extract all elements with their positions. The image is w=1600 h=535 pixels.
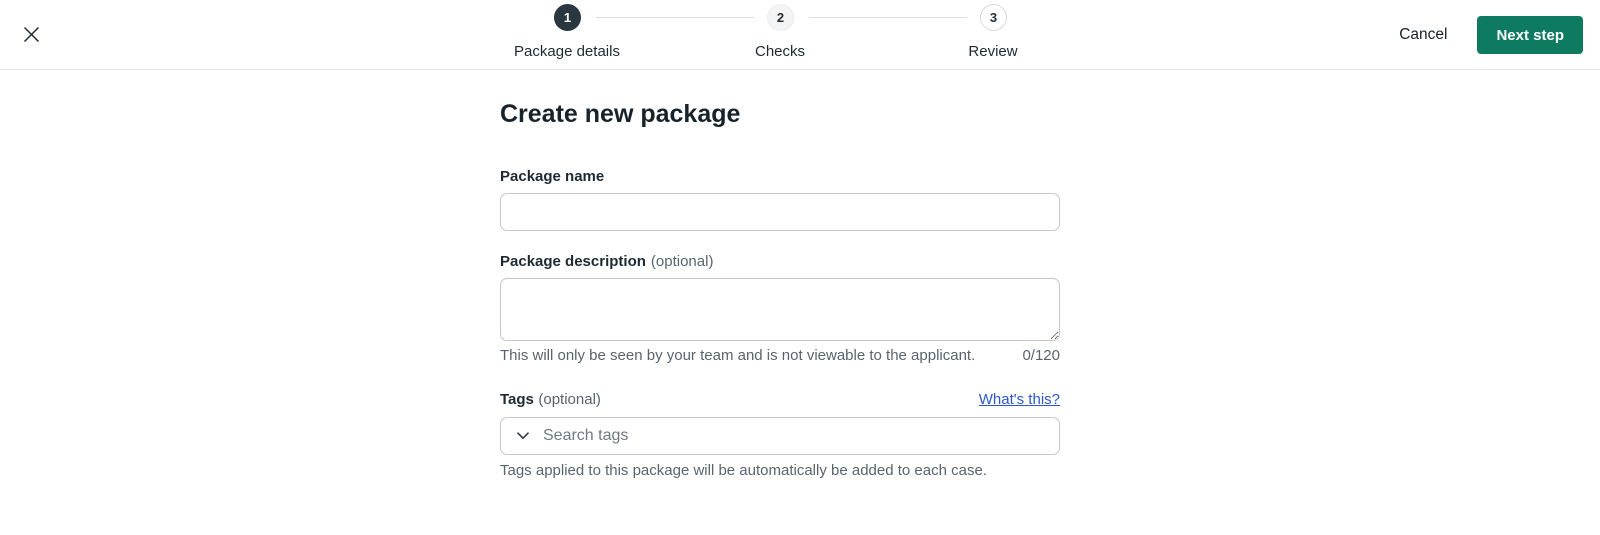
create-package-panel: Create new package Package name Package … xyxy=(0,70,1600,479)
tags-combobox[interactable] xyxy=(500,417,1060,455)
wizard-topbar: 1 2 3 Package details Checks Review Canc… xyxy=(0,0,1600,70)
step-2-circle[interactable]: 2 xyxy=(767,4,794,31)
close-icon xyxy=(23,26,40,43)
close-button[interactable] xyxy=(20,23,42,45)
optional-suffix: (optional) xyxy=(538,391,601,408)
step-1-circle[interactable]: 1 xyxy=(554,4,581,31)
step-3-circle[interactable]: 3 xyxy=(980,4,1007,31)
cancel-button[interactable]: Cancel xyxy=(1395,20,1451,50)
description-helper-text: This will only be seen by your team and … xyxy=(500,347,976,364)
tags-helper-text: Tags applied to this package will be aut… xyxy=(500,462,987,479)
chevron-down-icon xyxy=(517,432,529,440)
wizard-stepper: 1 2 3 Package details Checks Review xyxy=(514,3,1040,65)
step-2-label[interactable]: Checks xyxy=(755,43,805,60)
tags-field: Tags (optional) What's this? Tags applie… xyxy=(500,391,1060,479)
whats-this-link[interactable]: What's this? xyxy=(979,391,1060,408)
package-name-field: Package name xyxy=(500,168,1060,231)
package-description-field: Package description (optional) This will… xyxy=(500,253,1060,364)
tags-label: Tags xyxy=(500,391,534,408)
package-description-textarea[interactable] xyxy=(500,278,1060,341)
topbar-actions: Cancel Next step xyxy=(1395,0,1583,70)
char-counter: 0/120 xyxy=(1022,347,1060,364)
package-name-label: Package name xyxy=(500,168,605,185)
tags-search-input[interactable] xyxy=(543,427,1051,445)
package-name-input[interactable] xyxy=(500,193,1060,231)
next-step-button[interactable]: Next step xyxy=(1477,16,1583,54)
tags-dropdown-toggle[interactable] xyxy=(515,430,531,442)
page-title: Create new package xyxy=(500,100,741,128)
package-description-label: Package description xyxy=(500,253,646,270)
step-1-label[interactable]: Package details xyxy=(514,43,620,60)
optional-suffix: (optional) xyxy=(650,253,714,270)
step-connector xyxy=(596,17,754,18)
step-connector xyxy=(809,17,967,18)
step-3-label[interactable]: Review xyxy=(968,43,1017,60)
